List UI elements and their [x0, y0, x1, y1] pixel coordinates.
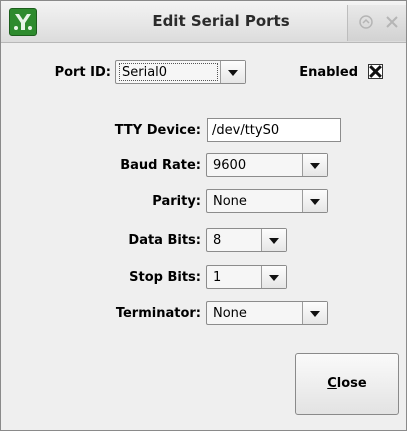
chevron-down-icon[interactable] [302, 302, 327, 324]
parity-select[interactable]: None [206, 189, 328, 213]
title-bar[interactable]: Edit Serial Ports [1, 1, 406, 43]
stop-bits-label: Stop Bits: [129, 270, 201, 285]
data-bits-label: Data Bits: [128, 233, 201, 248]
parity-label: Parity: [152, 194, 201, 209]
baud-rate-value: 9600 [213, 158, 247, 173]
port-id-select[interactable]: Serial0 [115, 60, 246, 84]
chevron-down-icon[interactable] [220, 61, 245, 83]
data-bits-select[interactable]: 8 [206, 228, 287, 252]
enabled-label: Enabled [299, 65, 358, 80]
parity-value: None [213, 194, 247, 209]
port-id-label: Port ID: [54, 65, 111, 80]
chevron-down-icon[interactable] [261, 266, 286, 288]
window-title: Edit Serial Ports [152, 12, 290, 30]
stop-bits-value: 1 [213, 270, 222, 285]
close-icon[interactable] [384, 14, 400, 30]
enabled-checkbox[interactable] [368, 64, 383, 79]
baud-rate-select[interactable]: 9600 [206, 153, 328, 177]
port-id-value: Serial0 [122, 65, 168, 80]
data-bits-value: 8 [213, 233, 222, 248]
title-controls [347, 5, 406, 41]
close-label: lose [336, 376, 367, 391]
app-logo-icon [9, 8, 37, 36]
chevron-down-icon[interactable] [261, 229, 286, 251]
terminator-select[interactable]: None [206, 301, 328, 325]
terminator-label: Terminator: [115, 306, 201, 321]
tty-device-label: TTY Device: [114, 123, 201, 138]
chevron-down-icon[interactable] [302, 154, 327, 176]
close-button[interactable]: Close [295, 353, 399, 415]
chevron-down-icon[interactable] [302, 190, 327, 212]
up-arrow-icon[interactable] [358, 14, 374, 30]
tty-device-input[interactable] [208, 119, 340, 141]
stop-bits-select[interactable]: 1 [206, 265, 287, 289]
close-mnemonic: C [327, 376, 337, 391]
tty-device-field[interactable] [207, 118, 341, 142]
baud-rate-label: Baud Rate: [120, 158, 201, 173]
serial-ports-dialog: Edit Serial Ports Port ID: Serial0 Enabl… [0, 0, 407, 431]
terminator-value: None [213, 306, 247, 321]
